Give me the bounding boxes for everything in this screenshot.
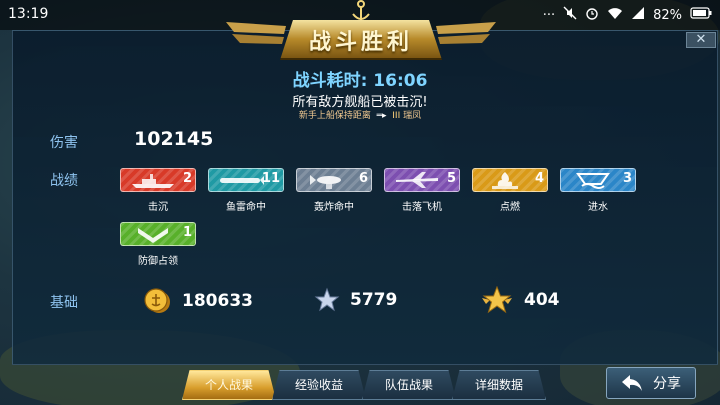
- plane-icon: [396, 172, 438, 188]
- medal-count: 1: [182, 225, 192, 240]
- medal-3[interactable]: 5 击落飞机: [384, 168, 460, 216]
- share-arrow-icon: [622, 375, 642, 391]
- medal-count: 4: [534, 171, 544, 186]
- kill-feed-player: 新手上船保持距离: [298, 111, 371, 121]
- share-button[interactable]: 分享: [606, 367, 696, 399]
- captain-exp-value: 404: [524, 290, 560, 310]
- close-button[interactable]: ✕: [686, 32, 716, 48]
- medal-0[interactable]: 2 击沉: [120, 168, 196, 216]
- medal-name: 点燃: [500, 202, 520, 213]
- medal-name: 鱼雷命中: [226, 202, 266, 213]
- captain-exp-reward: 404: [480, 286, 560, 314]
- medal-name: 击落飞机: [402, 202, 442, 213]
- medal-name: 进水: [588, 202, 608, 213]
- gold-star-icon: [482, 286, 512, 314]
- medal-name: 击沉: [148, 202, 168, 213]
- battery-percent: 82%: [653, 7, 682, 23]
- defense-chevron-icon: [138, 228, 168, 243]
- experience-value: 5779: [350, 290, 398, 310]
- battle-duration: 战斗耗时: 16:06: [292, 71, 428, 91]
- mute-icon: [563, 6, 577, 24]
- tab-details[interactable]: 详细数据: [452, 370, 546, 400]
- medal-name: 防御占领: [138, 256, 178, 267]
- battleship-icon: [132, 174, 174, 188]
- tab-experience[interactable]: 经验收益: [272, 370, 366, 400]
- alarm-icon: [585, 6, 599, 24]
- kill-feed-rank: III: [392, 111, 401, 121]
- record-label: 战绩: [50, 173, 78, 189]
- silver-star-icon: [314, 287, 340, 312]
- share-label: 分享: [653, 376, 681, 392]
- status-icons: ··· 82%: [543, 6, 712, 24]
- wifi-icon: [607, 6, 623, 24]
- battery-icon: [690, 7, 712, 23]
- anchor-icon: [352, 0, 370, 20]
- coins-reward: 180633: [142, 287, 253, 315]
- medal-count: 5: [446, 171, 456, 186]
- medal-1[interactable]: 11 鱼雷命中: [208, 168, 284, 216]
- medal-5[interactable]: 3 进水: [560, 168, 636, 216]
- medal-count: 11: [261, 171, 280, 186]
- tab-team[interactable]: 队伍战果: [362, 370, 456, 400]
- coins-value: 180633: [182, 291, 253, 311]
- flood-icon: [576, 173, 610, 189]
- kill-arrow-icon: ═▸: [373, 111, 390, 121]
- medal-count: 6: [358, 171, 368, 186]
- medal-count: 3: [622, 171, 632, 186]
- experience-reward: 5779: [314, 287, 397, 313]
- torpedo-icon: [220, 176, 264, 185]
- medal-count: 2: [182, 171, 192, 186]
- damage-label: 伤害: [50, 135, 78, 151]
- kill-feed: 新手上船保持距离 ═▸ III 瑞凤: [250, 108, 470, 121]
- base-label: 基础: [50, 295, 78, 311]
- medal-4[interactable]: 4 点燃: [472, 168, 548, 216]
- fire-icon: [492, 172, 518, 189]
- medal-name: 轰炸命中: [314, 202, 354, 213]
- kill-feed-target: 瑞凤: [403, 111, 422, 121]
- signal-icon: [631, 6, 645, 24]
- more-icon: ···: [542, 7, 556, 23]
- medal-6[interactable]: 1 防御占领: [120, 222, 196, 270]
- victory-title: 战斗胜利: [308, 30, 413, 55]
- coin-icon: [144, 288, 170, 313]
- medal-2[interactable]: 6 轰炸命中: [296, 168, 372, 216]
- damage-value: 102145: [134, 128, 214, 150]
- status-time: 13:19: [8, 6, 49, 22]
- tab-personal[interactable]: 个人战果: [182, 370, 276, 400]
- bomb-icon: [310, 175, 341, 189]
